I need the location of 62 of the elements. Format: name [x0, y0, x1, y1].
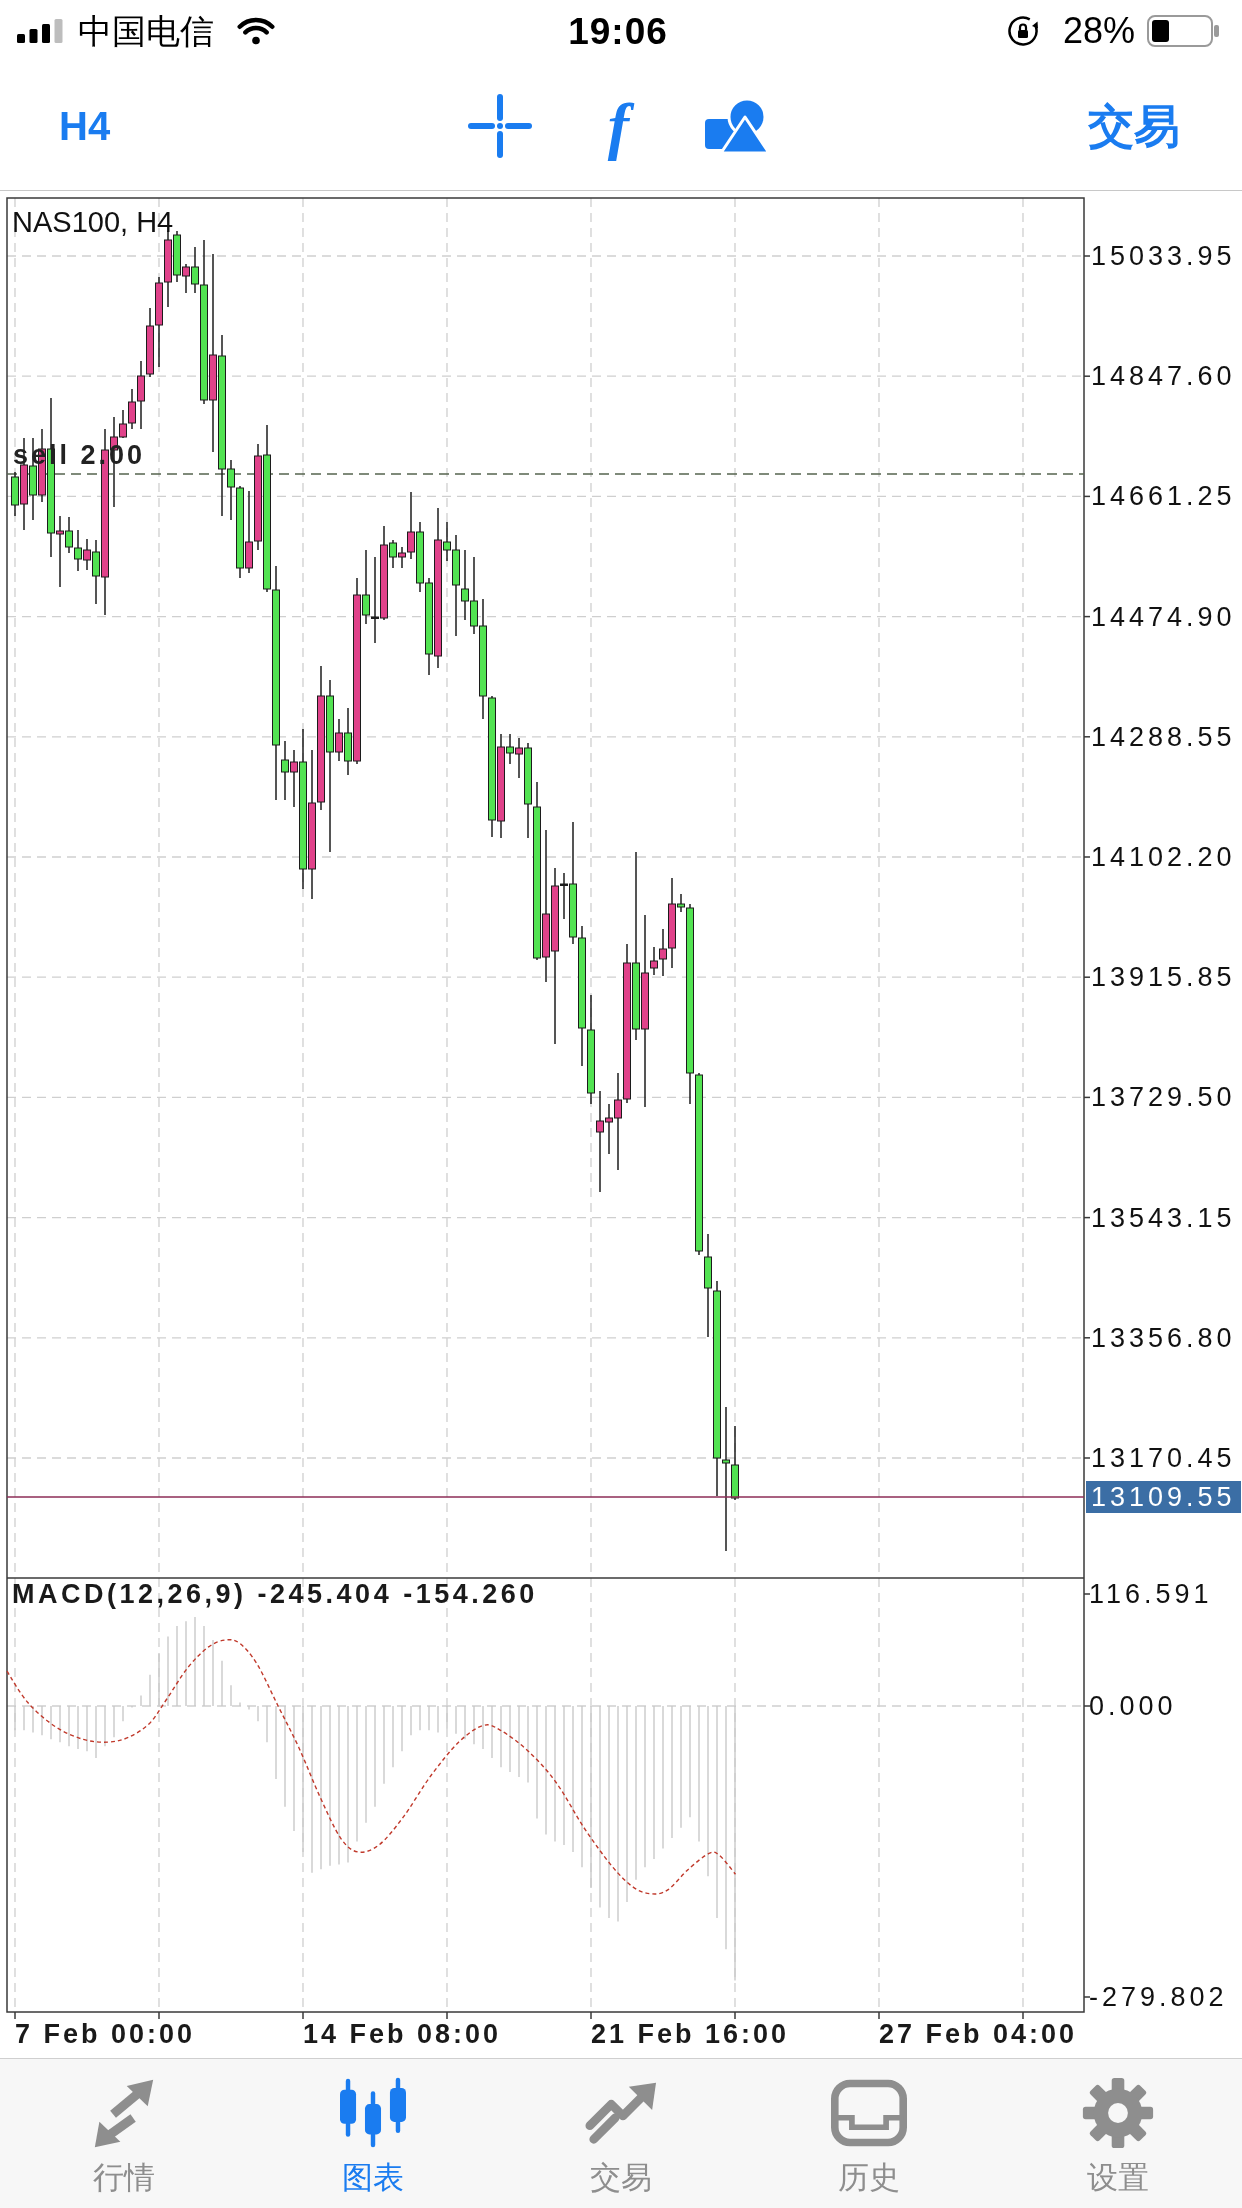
time-axis-label: 21 Feb 16:00 — [591, 2019, 790, 2049]
indicator-axis-label: 0.000 — [1089, 1691, 1177, 1721]
carrier-name: 中国电信 — [78, 14, 214, 48]
axis-tick — [1083, 976, 1091, 978]
axis-tick — [1083, 1593, 1091, 1595]
axis-tick — [1083, 255, 1091, 257]
axis-tick — [1083, 1216, 1091, 1219]
tab-item[interactable]: 图表 — [248, 2059, 497, 2208]
axis-tick — [1083, 1996, 1091, 1998]
battery-percent: 28% — [1062, 13, 1135, 49]
axis-tick — [1083, 736, 1091, 738]
candlestick-icon — [339, 2077, 406, 2149]
price-axis-label: 14847.60 — [1091, 361, 1236, 392]
axis-tick — [158, 2011, 160, 2020]
tab-item[interactable]: 交易 — [496, 2059, 746, 2208]
axis-tick — [1083, 1705, 1091, 1707]
indicator-axis-label: -279.802 — [1089, 1982, 1228, 2012]
price-axis-label: 15033.95 — [1091, 241, 1236, 271]
axis-tick — [1083, 1096, 1091, 1099]
axis-tick — [302, 2011, 304, 2020]
price-axis-label: 14288.55 — [1091, 721, 1236, 752]
axis-tick — [446, 2011, 448, 2020]
price-axis-label: 13170.45 — [1091, 1443, 1236, 1473]
axis-tick — [1083, 856, 1091, 858]
indicator-axis-label: 116.591 — [1089, 1579, 1213, 1609]
price-axis-label: 14661.25 — [1091, 481, 1236, 512]
tray-icon — [831, 2077, 908, 2149]
indicator-label: MACD(12,26,9) -245.404 -154.260 — [12, 1579, 538, 1609]
timeframe-button[interactable]: H4 — [59, 106, 111, 146]
wifi-icon — [237, 17, 275, 45]
current-price-tag: 13109.55 — [1086, 1481, 1241, 1513]
tab-item[interactable]: 历史 — [745, 2059, 994, 2208]
signal-icon — [17, 19, 63, 43]
price-axis-label: 13356.80 — [1091, 1322, 1236, 1353]
crosshair-icon[interactable] — [467, 94, 532, 158]
trade-button[interactable]: 交易 — [1088, 103, 1180, 149]
axis-tick — [1083, 495, 1091, 498]
price-axis-label: 13915.85 — [1091, 962, 1236, 993]
axis-tick — [14, 2011, 16, 2020]
price-axis-label: 13543.15 — [1091, 1202, 1236, 1233]
status-time: 19:06 — [568, 12, 668, 50]
axis-tick — [1022, 2011, 1024, 2020]
settings-icon — [1081, 2077, 1154, 2149]
symbol-label: NAS100, H4 — [12, 206, 174, 238]
time-axis-label: 7 Feb 00:00 — [15, 2019, 196, 2049]
axis-tick — [590, 2011, 592, 2020]
time-axis-label: 14 Feb 08:00 — [303, 2019, 502, 2049]
price-axis-label: 14474.90 — [1091, 601, 1236, 632]
axis-tick — [1083, 615, 1091, 618]
axis-tick — [1083, 1337, 1091, 1339]
rotation-lock-icon — [1006, 15, 1039, 47]
battery-icon — [1147, 15, 1219, 47]
tab-item[interactable]: 行情 — [0, 2059, 249, 2208]
axis-tick — [1083, 1457, 1091, 1459]
axis-tick — [878, 2011, 880, 2020]
axis-tick — [1083, 375, 1091, 377]
tab-item[interactable]: 设置 — [993, 2059, 1242, 2208]
price-axis-label: 13729.50 — [1091, 1082, 1236, 1113]
price-axis-label: 14102.20 — [1091, 842, 1236, 872]
time-axis-label: 27 Feb 04:00 — [879, 2019, 1078, 2049]
double-arrow-icon — [93, 2077, 156, 2149]
axis-tick — [734, 2011, 736, 2020]
